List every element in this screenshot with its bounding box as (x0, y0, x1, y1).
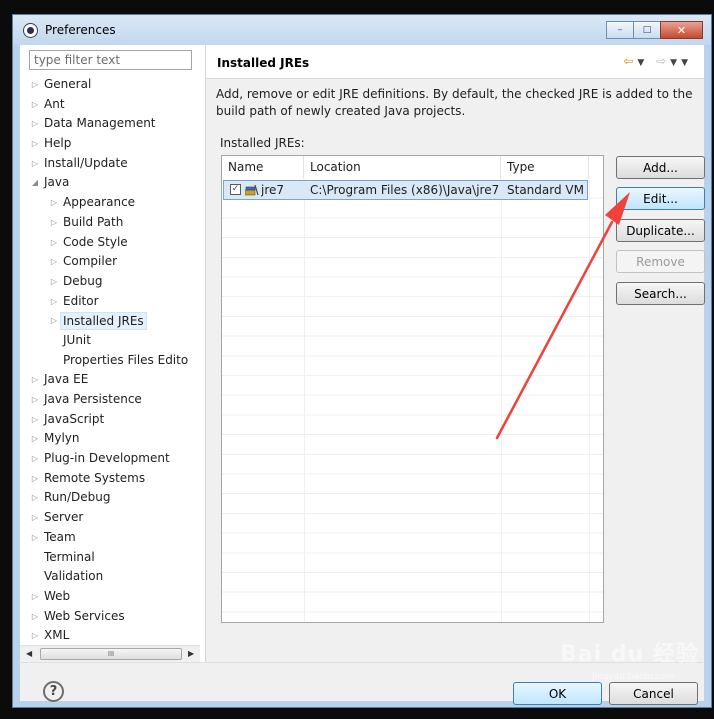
dialog-footer-layer: ? OK Cancel (19, 44, 703, 705)
title-bar[interactable]: Preferences – □ ✕ (13, 15, 711, 45)
window-title: Preferences (45, 23, 116, 37)
maximize-button[interactable]: □ (633, 21, 661, 39)
cancel-button[interactable]: Cancel (609, 682, 698, 705)
help-icon[interactable]: ? (43, 681, 64, 702)
close-button[interactable]: ✕ (660, 21, 703, 39)
ok-button[interactable]: OK (513, 682, 602, 705)
eclipse-icon (23, 23, 38, 38)
watermark-logo: Bai du 经验 (560, 642, 699, 667)
window-controls: – □ ✕ (606, 21, 703, 39)
watermark-url: jingyan.baidu.com (592, 672, 676, 682)
minimize-button[interactable]: – (606, 21, 634, 39)
